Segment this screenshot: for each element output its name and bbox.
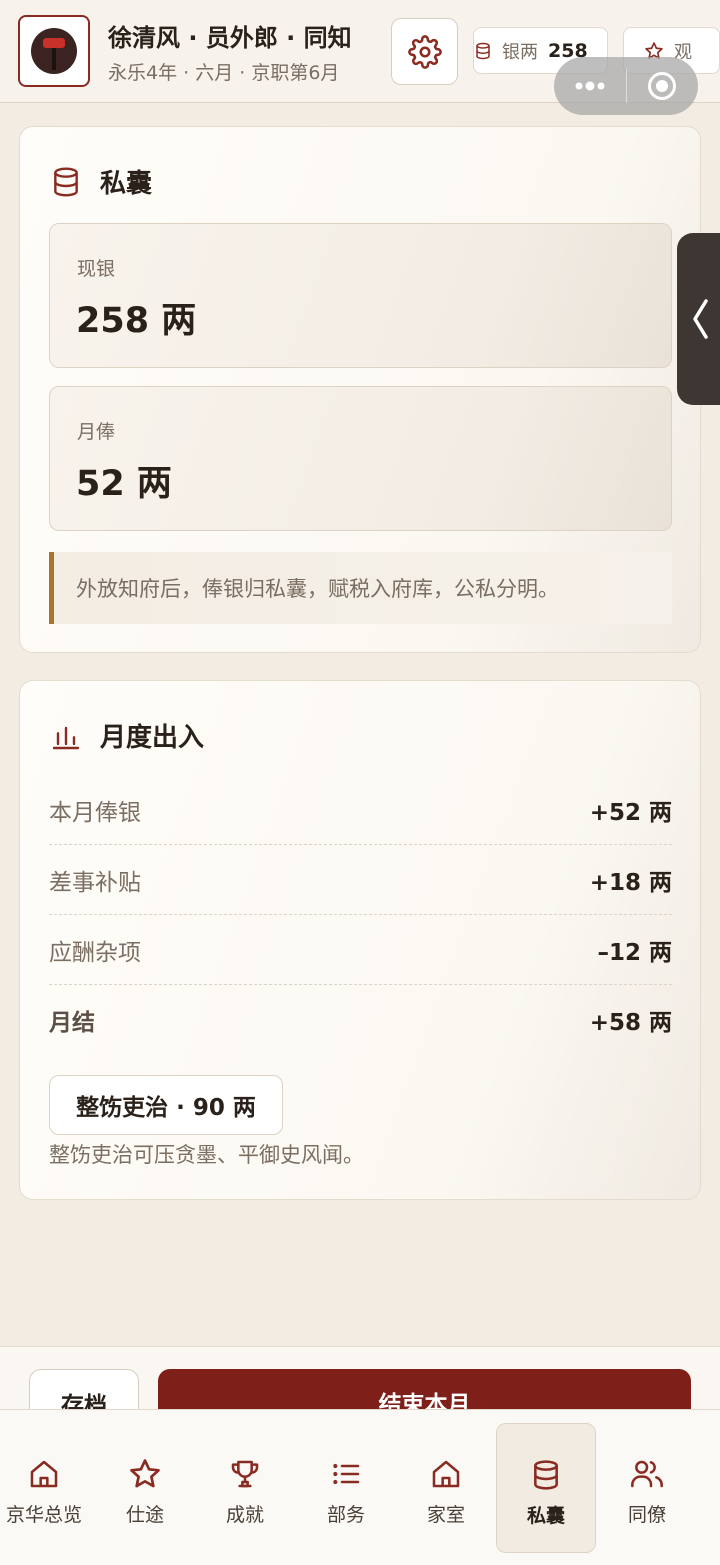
ledger-total-label: 月结: [49, 1010, 95, 1036]
home-icon: [30, 1460, 58, 1488]
purse-note: 外放知府后，俸银归私囊，赋税入府库，公私分明。: [49, 552, 672, 624]
salary-label: 月俸: [77, 421, 116, 443]
gear-icon: [407, 34, 442, 69]
tab-label: 家室: [426, 1504, 465, 1526]
tab-achievements[interactable]: 成就: [195, 1423, 295, 1553]
tab-colleagues[interactable]: 同僚: [597, 1423, 697, 1553]
bar-chart-icon: [52, 726, 80, 749]
rectify-officials-desc: 整饬吏治可压贪墨、平御史风闻。: [49, 1143, 364, 1167]
purse-title: 私囊: [100, 169, 153, 199]
ledger-row-value: +18 两: [589, 869, 672, 896]
monthly-card: 月度出入 本月俸银 +52 两 差事补贴 +18 两 应酬杂项 –12 两 月结…: [19, 680, 701, 1200]
date-subtitle: 永乐4年 · 六月 · 京职第6月: [108, 62, 340, 84]
monthly-card-header: 月度出入: [50, 717, 204, 754]
official-portrait-icon: [31, 28, 77, 74]
avatar[interactable]: [18, 15, 90, 87]
more-dots-icon: [575, 81, 605, 91]
list-icon: [333, 1463, 360, 1485]
settings-button[interactable]: [391, 18, 458, 85]
salary-box: 月俸 52 两: [49, 386, 672, 531]
database-icon: [476, 42, 490, 59]
chevron-left-icon: [693, 299, 708, 339]
tab-overview[interactable]: 京华总览: [0, 1423, 94, 1553]
ledger-row: 本月俸银 +52 两: [49, 775, 672, 845]
tab-label: 仕途: [125, 1504, 164, 1526]
side-drawer-handle[interactable]: [677, 233, 720, 405]
silver-label: 银两: [502, 41, 538, 63]
cash-value: 258 两: [76, 301, 197, 341]
close-button[interactable]: [627, 57, 699, 115]
tab-career[interactable]: 仕途: [95, 1423, 195, 1553]
ledger-row: 差事补贴 +18 两: [49, 845, 672, 915]
bottom-tab-bar: 京华总览 仕途 成就 部务 家室 私囊 同僚: [0, 1409, 720, 1565]
tab-label: 同僚: [627, 1504, 666, 1526]
salary-value: 52 两: [76, 464, 172, 504]
ledger-row-label: 差事补贴: [49, 869, 141, 896]
tab-family[interactable]: 家室: [396, 1423, 496, 1553]
bottom-action-bar: 存档 结束本月: [0, 1346, 720, 1416]
tab-label: 成就: [225, 1504, 264, 1526]
tab-label: 私囊: [526, 1505, 565, 1527]
purse-card: 私囊 现银 258 两 月俸 52 两 外放知府后，俸银归私囊，赋税入府库，公私…: [19, 126, 701, 653]
ledger-row: 应酬杂项 –12 两: [49, 915, 672, 985]
tab-affairs[interactable]: 部务: [296, 1423, 396, 1553]
users-icon: [631, 1460, 663, 1488]
player-title: 徐清风 · 员外郎 · 同知: [108, 24, 352, 52]
target-close-icon: [648, 72, 677, 100]
tab-label: 京华总览: [5, 1504, 82, 1526]
rectify-officials-button[interactable]: 整饬吏治 · 90 两: [49, 1075, 283, 1135]
ledger-total-row: 月结 +58 两: [49, 985, 672, 1055]
ledger-row-value: +52 两: [589, 799, 672, 826]
purse-card-header: 私囊: [50, 163, 152, 200]
tab-purse[interactable]: 私囊: [496, 1423, 596, 1553]
more-button[interactable]: [554, 57, 626, 115]
trophy-icon: [231, 1460, 259, 1488]
star-icon: [130, 1459, 160, 1488]
cash-box: 现银 258 两: [49, 223, 672, 368]
top-header: 徐清风 · 员外郎 · 同知 永乐4年 · 六月 · 京职第6月 银两 258 …: [0, 0, 720, 115]
ledger-row-value: –12 两: [597, 939, 672, 966]
monthly-title: 月度出入: [100, 723, 205, 753]
ledger-row-label: 应酬杂项: [49, 939, 141, 966]
database-icon: [54, 166, 78, 197]
home-icon: [432, 1460, 460, 1488]
ledger-row-label: 本月俸银: [49, 799, 141, 826]
cash-label: 现银: [77, 258, 116, 280]
ledger-total-value: +58 两: [589, 1010, 672, 1036]
database-icon: [534, 1460, 558, 1490]
tab-label: 部务: [326, 1504, 365, 1526]
miniprogram-capsule: [554, 57, 698, 115]
